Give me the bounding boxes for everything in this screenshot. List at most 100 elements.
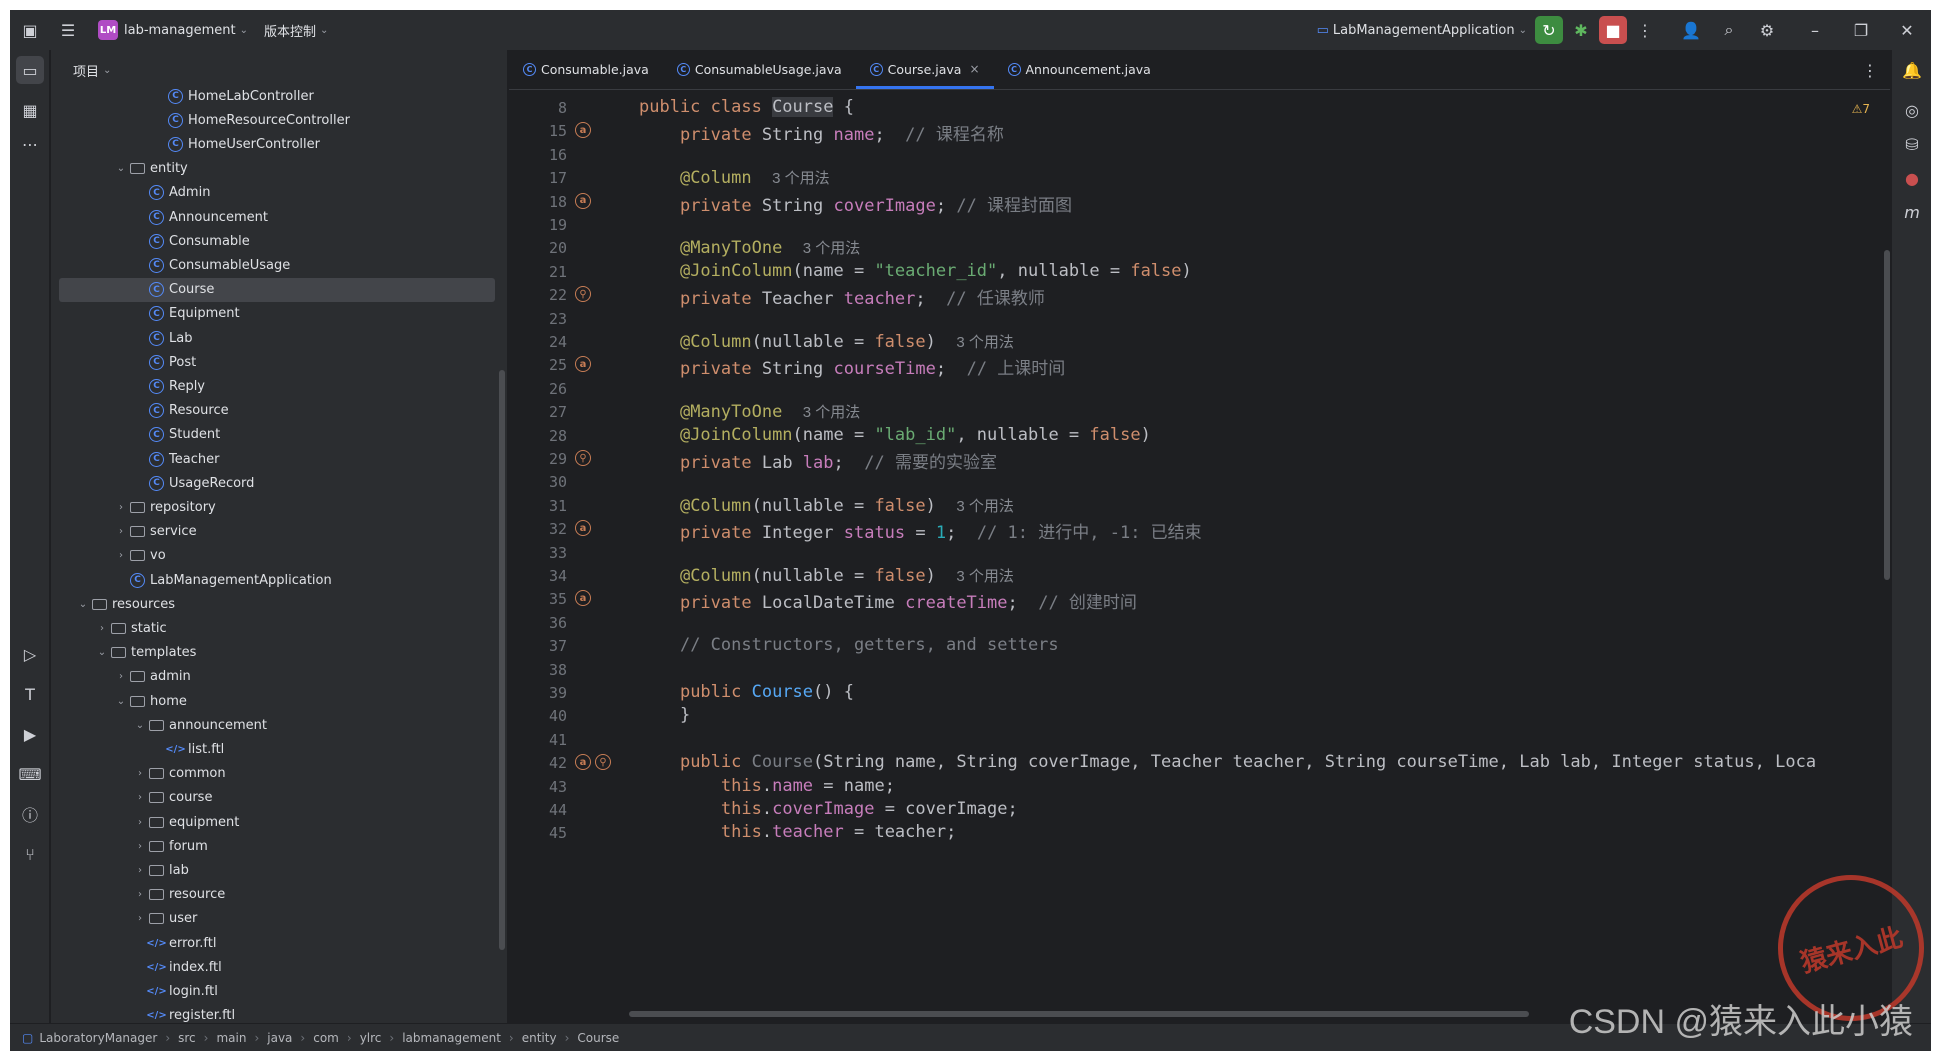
structure-tool-icon[interactable]: ▦: [16, 96, 44, 124]
minimize-icon[interactable]: –: [1801, 16, 1829, 44]
tree-item-homelabcontroller[interactable]: C HomeLabController: [59, 84, 495, 108]
code-line[interactable]: this.teacher = teacher;: [639, 822, 956, 842]
build-tool-icon[interactable]: T: [16, 680, 44, 708]
tree-item-lab[interactable]: › lab: [59, 858, 495, 882]
plugin-icon[interactable]: ●: [1898, 164, 1926, 192]
code-line[interactable]: this.name = name;: [639, 776, 895, 796]
chevron-right-icon[interactable]: ›: [133, 889, 147, 900]
breadcrumb-item[interactable]: labmanagement: [402, 1031, 501, 1045]
tree-item-homeresourcecontroller[interactable]: C HomeResourceController: [59, 108, 495, 132]
more-icon[interactable]: ⋮: [1631, 16, 1659, 44]
breadcrumb-item[interactable]: com: [313, 1031, 339, 1045]
chevron-right-icon[interactable]: ›: [133, 792, 147, 803]
tree-item-course[interactable]: › course: [59, 786, 495, 810]
tree-item-announcement[interactable]: C Announcement: [59, 205, 495, 229]
run-tool-icon[interactable]: ▶: [16, 720, 44, 748]
tree-item-static[interactable]: › static: [59, 616, 495, 640]
tree-item-resources[interactable]: ⌄ resources: [59, 592, 495, 616]
code-line[interactable]: private Teacher teacher; // 任课教师: [639, 284, 1045, 309]
relation-link-icon[interactable]: ⚲: [595, 754, 611, 771]
vertical-scrollbar[interactable]: [1884, 250, 1890, 580]
git-tool-icon[interactable]: ⑂: [16, 840, 44, 868]
project-tool-icon[interactable]: ▭: [16, 56, 44, 84]
database-icon[interactable]: ⛁: [1898, 130, 1926, 158]
code-line[interactable]: public Course() {: [639, 682, 854, 702]
tree-item-forum[interactable]: › forum: [59, 834, 495, 858]
tree-item-course[interactable]: C Course: [59, 277, 495, 302]
tree-item-consumable[interactable]: C Consumable: [59, 229, 495, 253]
tree-item-index-ftl[interactable]: </> index.ftl: [59, 955, 495, 979]
code-line[interactable]: @JoinColumn(name = "teacher_id", nullabl…: [639, 261, 1192, 281]
code-area[interactable]: 8 public class Course {15 a private String…: [509, 91, 1890, 1023]
tree-item-post[interactable]: C Post: [59, 350, 495, 374]
chevron-right-icon[interactable]: ›: [133, 865, 147, 876]
breadcrumb-item[interactable]: ylrc: [360, 1031, 382, 1045]
code-line[interactable]: // Constructors, getters, and setters: [639, 635, 1059, 655]
breadcrumb-item[interactable]: Course: [577, 1031, 619, 1045]
code-line[interactable]: @Column(nullable = false) 3 个用法: [639, 331, 1014, 352]
chevron-right-icon[interactable]: ›: [114, 550, 128, 561]
tree-item-user[interactable]: › user: [59, 907, 495, 931]
stop-icon[interactable]: ■: [1599, 16, 1627, 44]
tree-item-vo[interactable]: › vo: [59, 544, 495, 568]
code-line[interactable]: private String coverImage; // 课程封面图: [639, 191, 1072, 216]
entity-attribute-icon[interactable]: a: [575, 356, 591, 373]
tree-item-resource[interactable]: C Resource: [59, 399, 495, 423]
notifications-icon[interactable]: 🔔: [1898, 56, 1926, 84]
project-scrollbar[interactable]: [499, 370, 505, 950]
tree-item-student[interactable]: C Student: [59, 423, 495, 447]
code-line[interactable]: private LocalDateTime createTime; // 创建时…: [639, 588, 1137, 613]
chevron-down-icon[interactable]: ⌄: [114, 696, 128, 707]
chevron-right-icon[interactable]: ›: [133, 841, 147, 852]
code-line[interactable]: public Course(String name, String coverI…: [639, 752, 1816, 772]
settings-icon[interactable]: ⚙: [1753, 16, 1781, 44]
tree-item-entity[interactable]: ⌄ entity: [59, 157, 495, 181]
chevron-right-icon[interactable]: ›: [95, 623, 109, 634]
problems-tool-icon[interactable]: ⓘ: [16, 800, 44, 828]
close-tab-icon[interactable]: ×: [969, 62, 979, 76]
services-tool-icon[interactable]: ▷: [16, 640, 44, 668]
chevron-down-icon[interactable]: ⌄: [114, 163, 128, 174]
tree-item-common[interactable]: › common: [59, 762, 495, 786]
tree-item-lab[interactable]: C Lab: [59, 326, 495, 350]
chevron-right-icon[interactable]: ›: [133, 817, 147, 828]
code-line[interactable]: @Column 3 个用法: [639, 167, 830, 188]
code-line[interactable]: @JoinColumn(name = "lab_id", nullable = …: [639, 425, 1151, 445]
chevron-right-icon[interactable]: ›: [114, 502, 128, 513]
code-line[interactable]: @Column(nullable = false) 3 个用法: [639, 565, 1014, 586]
chevron-down-icon[interactable]: ⌄: [95, 647, 109, 658]
tab-course-java[interactable]: C Course.java ×: [855, 49, 994, 89]
tree-item-register-ftl[interactable]: </> register.ftl: [59, 1004, 495, 1023]
more-tools-icon[interactable]: ⋯: [16, 130, 44, 158]
code-line[interactable]: public class Course {: [639, 97, 854, 117]
code-line[interactable]: @ManyToOne 3 个用法: [639, 401, 860, 422]
rerun-icon[interactable]: ↻: [1535, 16, 1563, 44]
tree-item-teacher[interactable]: C Teacher: [59, 447, 495, 471]
entity-attribute-icon[interactable]: a: [575, 122, 591, 139]
code-line[interactable]: private String name; // 课程名称: [639, 120, 1004, 145]
run-config-selector[interactable]: ▭ LabManagementApplication ⌄: [1309, 23, 1535, 38]
code-line[interactable]: private String courseTime; // 上课时间: [639, 354, 1065, 379]
restore-icon[interactable]: ❐: [1847, 16, 1875, 44]
tree-item-resource[interactable]: › resource: [59, 883, 495, 907]
tree-item-reply[interactable]: C Reply: [59, 374, 495, 398]
code-line[interactable]: private Integer status = 1; // 1: 进行中, -…: [639, 518, 1202, 543]
code-line[interactable]: @Column(nullable = false) 3 个用法: [639, 495, 1014, 516]
horizontal-scrollbar[interactable]: [629, 1011, 1529, 1017]
tree-item-admin[interactable]: C Admin: [59, 181, 495, 205]
relation-link-icon[interactable]: ⚲: [575, 286, 591, 303]
breadcrumb-item[interactable]: LaboratoryManager: [39, 1031, 157, 1045]
tree-item-list-ftl[interactable]: </> list.ftl: [59, 737, 495, 761]
chevron-right-icon[interactable]: ›: [133, 768, 147, 779]
tab-announcement-java[interactable]: C Announcement.java: [994, 49, 1165, 89]
relation-link-icon[interactable]: ⚲: [575, 450, 591, 466]
entity-attribute-icon[interactable]: a: [575, 590, 591, 607]
tree-item-labmanagementapplication[interactable]: C LabManagementApplication: [59, 568, 495, 592]
breadcrumb-item[interactable]: java: [267, 1031, 292, 1045]
breadcrumb-item[interactable]: src: [178, 1031, 196, 1045]
close-window-icon[interactable]: ✕: [1893, 16, 1921, 44]
search-icon[interactable]: ⌕: [1715, 16, 1743, 44]
tree-item-home[interactable]: ⌄ home: [59, 689, 495, 713]
tree-item-repository[interactable]: › repository: [59, 495, 495, 519]
chevron-down-icon[interactable]: ⌄: [133, 720, 147, 731]
